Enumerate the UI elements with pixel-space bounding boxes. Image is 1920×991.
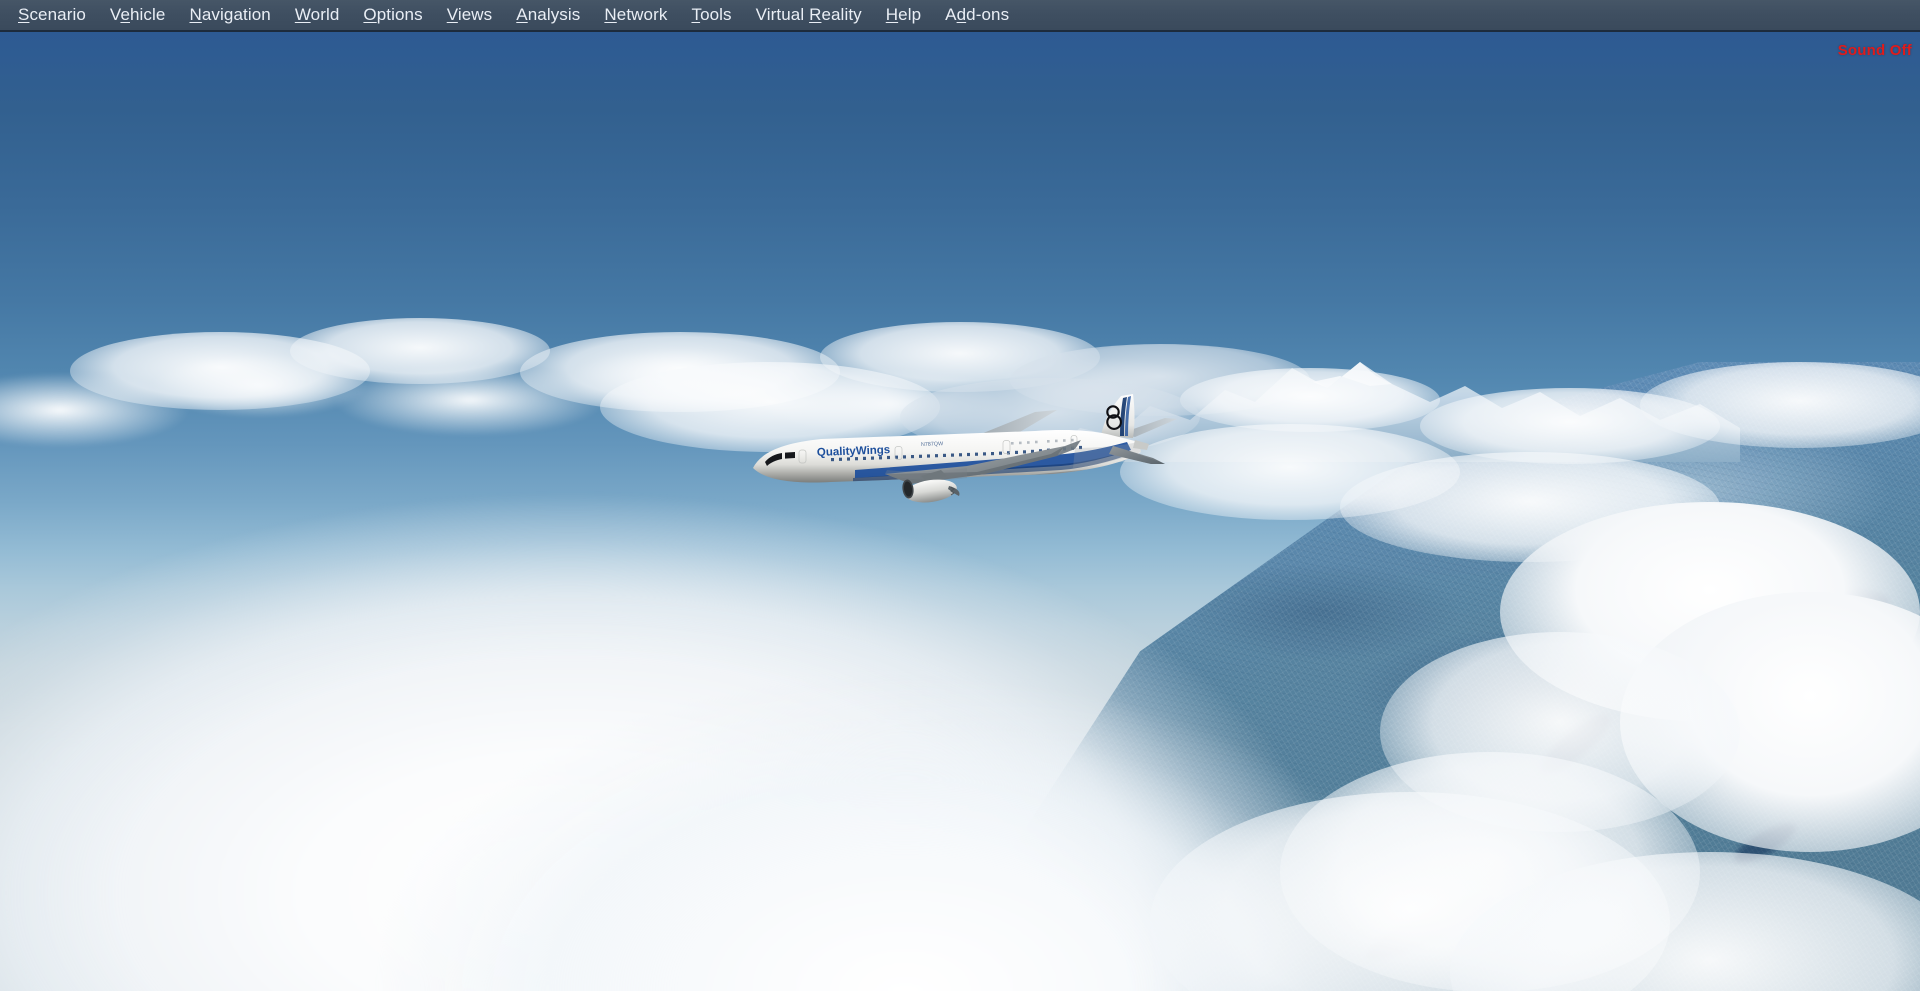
sound-off-indicator: Sound Off xyxy=(1837,42,1912,59)
menu-label-post: d-ons xyxy=(966,5,1010,24)
menu-item-world[interactable]: World xyxy=(283,0,352,30)
menu-item-options[interactable]: Options xyxy=(351,0,434,30)
menu-label-pre: Virtual xyxy=(755,5,810,24)
menu-label-post: orld xyxy=(310,5,340,24)
menu-item-analysis[interactable]: Analysis xyxy=(504,0,592,30)
menu-label-pre: A xyxy=(945,5,957,24)
menu-item-tools[interactable]: Tools xyxy=(679,0,743,30)
menu-label-post: cenario xyxy=(29,5,86,24)
menu-accel-key: V xyxy=(446,5,458,24)
menu-label-post: elp xyxy=(898,5,922,24)
menu-item-views[interactable]: Views xyxy=(435,0,505,30)
menu-label-post: etwork xyxy=(616,5,668,24)
menu-item-navigation[interactable]: Navigation xyxy=(177,0,282,30)
menu-item-add-ons[interactable]: Add-ons xyxy=(933,0,1021,30)
menu-label-post: avigation xyxy=(201,5,271,24)
menu-label-post: ools xyxy=(700,5,732,24)
menu-item-scenario[interactable]: Scenario xyxy=(6,0,98,30)
menu-accel-key: S xyxy=(18,5,30,24)
aircraft-boeing-787: QualityWings N787QW xyxy=(735,390,1205,540)
menu-accel-key: O xyxy=(363,5,377,24)
aircraft-registration: N787QW xyxy=(921,441,944,448)
menu-accel-key: N xyxy=(189,5,202,24)
main-menu-bar: Scenario Vehicle Navigation World Option… xyxy=(0,0,1920,32)
menu-accel-key: N xyxy=(604,5,617,24)
menu-label-post: nalysis xyxy=(527,5,581,24)
menu-label-post: eality xyxy=(821,5,862,24)
menu-accel-key: R xyxy=(809,5,822,24)
menu-item-network[interactable]: Network xyxy=(592,0,679,30)
foreground-cloud-deck-secondary xyxy=(380,571,1430,991)
menu-label-post: iews xyxy=(457,5,493,24)
menu-accel-key: e xyxy=(120,5,130,24)
menu-item-vehicle[interactable]: Vehicle xyxy=(98,0,178,30)
menu-item-virtual-reality[interactable]: Virtual Reality xyxy=(744,0,874,30)
menu-accel-key: T xyxy=(691,5,701,24)
menu-label-post: hicle xyxy=(130,5,166,24)
menu-accel-key: A xyxy=(516,5,528,24)
simulator-viewport[interactable]: QualityWings N787QW xyxy=(0,32,1920,991)
menu-accel-key: d xyxy=(956,5,967,24)
menu-label-pre: V xyxy=(109,5,121,24)
menu-accel-key: W xyxy=(294,5,311,24)
flight-simulator-window: Scenario Vehicle Navigation World Option… xyxy=(0,0,1920,991)
menu-item-help[interactable]: Help xyxy=(874,0,933,30)
menu-label-post: ptions xyxy=(376,5,423,24)
menu-accel-key: H xyxy=(885,5,899,24)
